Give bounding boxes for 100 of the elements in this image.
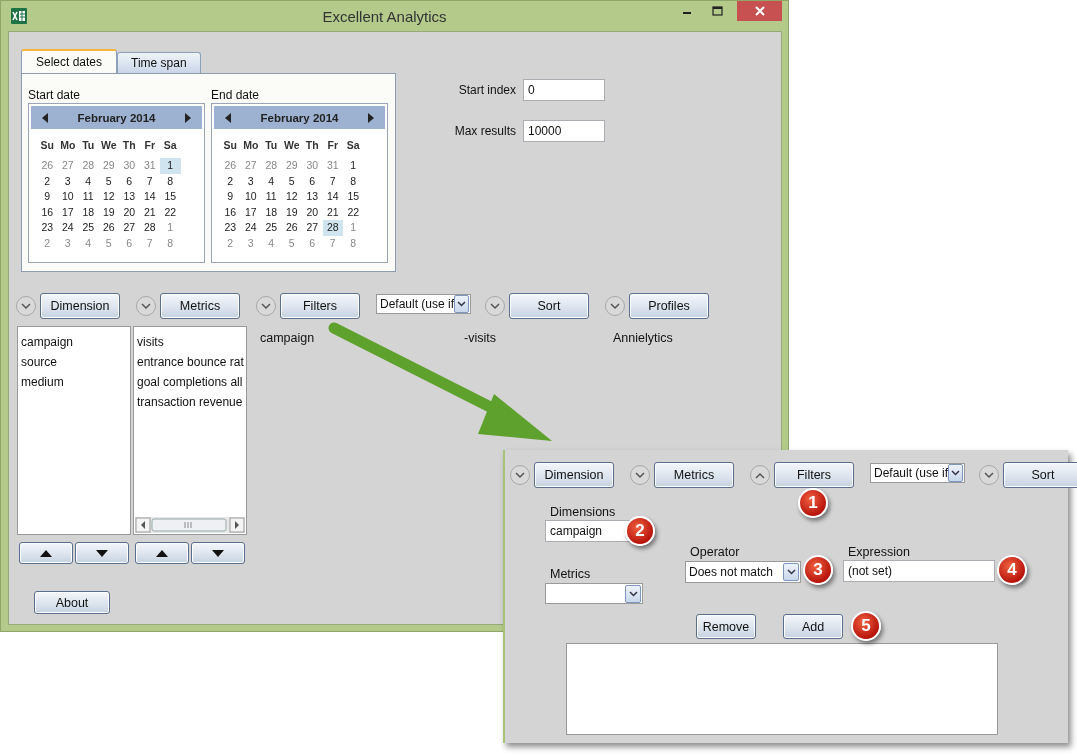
calendar-day[interactable]: 24	[57, 220, 78, 236]
calendar-day[interactable]: 14	[139, 189, 160, 205]
calendar-day[interactable]: 23	[37, 220, 58, 236]
move-down-button[interactable]	[75, 542, 129, 564]
calendar-day[interactable]: 30	[302, 158, 323, 174]
expand-toggle[interactable]	[256, 296, 276, 316]
calendar-day[interactable]: 4	[261, 235, 282, 251]
calendar-day[interactable]: 1	[343, 220, 364, 236]
section-button[interactable]: Dimension	[40, 293, 120, 319]
calendar-day[interactable]: 2	[220, 235, 241, 251]
calendar-day[interactable]: 26	[220, 158, 241, 174]
calendar-day[interactable]: 3	[57, 173, 78, 189]
calendar-day[interactable]: 7	[322, 235, 343, 251]
calendar-day[interactable]: 1	[160, 220, 181, 236]
calendar-day[interactable]: 14	[322, 189, 343, 205]
calendar-day[interactable]: 17	[240, 204, 261, 220]
calendar-day[interactable]: 18	[78, 204, 99, 220]
text-field[interactable]: 10000	[523, 120, 605, 142]
move-up-button[interactable]	[19, 542, 73, 564]
action-button[interactable]: Remove	[696, 614, 756, 639]
list-item[interactable]: visits	[137, 335, 243, 349]
dropdown-button[interactable]	[625, 584, 641, 603]
calendar-day[interactable]: 8	[160, 173, 181, 189]
calendar-day[interactable]: 8	[343, 173, 364, 189]
calendar-day[interactable]: 26	[37, 158, 58, 174]
calendar-day[interactable]: 27	[302, 220, 323, 236]
calendar-day[interactable]: 16	[220, 204, 241, 220]
section-button[interactable]: Sort	[1003, 462, 1077, 488]
calendar-day[interactable]: 20	[119, 204, 140, 220]
expand-toggle[interactable]	[510, 465, 530, 485]
calendar-day[interactable]: 12	[98, 189, 119, 205]
calendar-day[interactable]: 4	[78, 235, 99, 251]
expand-toggle[interactable]	[979, 465, 999, 485]
tab[interactable]: Time span	[117, 52, 201, 73]
calendar-day[interactable]: 6	[119, 235, 140, 251]
list-item[interactable]: source	[21, 355, 127, 369]
expand-toggle[interactable]	[485, 296, 505, 316]
calendar-day[interactable]: 28	[322, 220, 343, 236]
section-button[interactable]: Profiles	[629, 293, 709, 319]
calendar-day[interactable]: 31	[139, 158, 160, 174]
move-down-button[interactable]	[191, 542, 245, 564]
expand-toggle[interactable]	[16, 296, 36, 316]
dropdown[interactable]: Default (use if	[376, 294, 471, 314]
calendar-day[interactable]: 12	[281, 189, 302, 205]
calendar-day[interactable]: 23	[220, 220, 241, 236]
calendar-day[interactable]: 4	[261, 173, 282, 189]
calendar-day[interactable]: 13	[302, 189, 323, 205]
calendar-day[interactable]: 3	[57, 235, 78, 251]
close-button[interactable]	[737, 1, 782, 21]
calendar-day[interactable]: 21	[322, 204, 343, 220]
calendar-day[interactable]: 4	[78, 173, 99, 189]
calendar-day[interactable]: 2	[37, 235, 58, 251]
calendar-day[interactable]: 24	[240, 220, 261, 236]
calendar-day[interactable]: 1	[160, 158, 181, 174]
calendar-day[interactable]: 18	[261, 204, 282, 220]
calendar-day[interactable]: 8	[160, 235, 181, 251]
calendar-day[interactable]: 30	[119, 158, 140, 174]
calendar-day[interactable]: 2	[220, 173, 241, 189]
calendar-day[interactable]: 1	[343, 158, 364, 174]
calendar-day[interactable]: 28	[78, 158, 99, 174]
calendar-day[interactable]: 16	[37, 204, 58, 220]
calendar-day[interactable]: 13	[119, 189, 140, 205]
dropdown-button[interactable]	[783, 563, 799, 581]
dropdown[interactable]: Default (use if	[870, 463, 965, 483]
calendar-day[interactable]: 5	[98, 235, 119, 251]
calendar-day[interactable]: 15	[160, 189, 181, 205]
calendar-day[interactable]: 7	[139, 235, 160, 251]
action-button[interactable]: Add	[783, 614, 843, 639]
calendar-day[interactable]: 7	[322, 173, 343, 189]
calendar-day[interactable]: 6	[302, 173, 323, 189]
calendar-day[interactable]: 9	[220, 189, 241, 205]
section-button[interactable]: Metrics	[654, 462, 734, 488]
list-item[interactable]: goal completions all	[137, 375, 243, 389]
text-field[interactable]: 0	[523, 79, 605, 101]
calendar-day[interactable]: 27	[57, 158, 78, 174]
about-button[interactable]: About	[34, 591, 110, 614]
calendar-day[interactable]: 19	[98, 204, 119, 220]
calendar-day[interactable]: 7	[139, 173, 160, 189]
calendar-day[interactable]: 20	[302, 204, 323, 220]
calendar-day[interactable]: 11	[261, 189, 282, 205]
calendar-day[interactable]: 6	[119, 173, 140, 189]
calendar-day[interactable]: 27	[119, 220, 140, 236]
list-item[interactable]: campaign	[21, 335, 127, 349]
dropdown-button[interactable]	[454, 295, 469, 313]
calendar-day[interactable]: 10	[240, 189, 261, 205]
move-up-button[interactable]	[135, 542, 189, 564]
calendar-day[interactable]: 27	[240, 158, 261, 174]
calendar-day[interactable]: 8	[343, 235, 364, 251]
calendar-day[interactable]: 22	[343, 204, 364, 220]
list-item[interactable]: entrance bounce rat	[137, 355, 243, 369]
calendar-day[interactable]: 15	[343, 189, 364, 205]
list-item[interactable]: transaction revenue	[137, 395, 243, 409]
calendar-day[interactable]: 25	[261, 220, 282, 236]
tab[interactable]: Select dates	[21, 49, 118, 73]
calendar-day[interactable]: 25	[78, 220, 99, 236]
expand-toggle[interactable]	[630, 465, 650, 485]
section-button[interactable]: Metrics	[160, 293, 240, 319]
calendar-day[interactable]: 29	[98, 158, 119, 174]
calendar-day[interactable]: 5	[98, 173, 119, 189]
calendar-day[interactable]: 26	[281, 220, 302, 236]
